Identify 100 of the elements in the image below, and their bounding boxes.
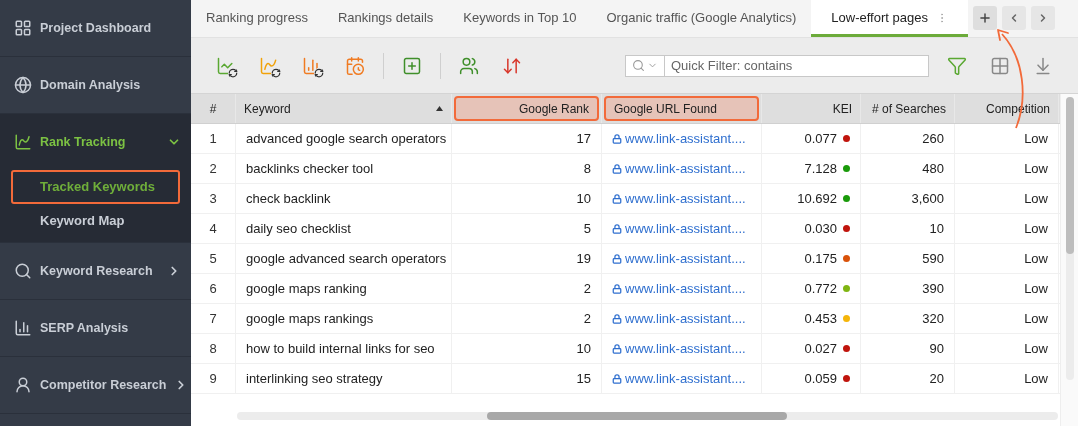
table-cell-text: 17: [576, 129, 591, 148]
url-link[interactable]: www.link-assistant....: [612, 278, 746, 299]
table-cell-text: interlinking seo strategy: [246, 369, 383, 388]
table-cell-text: backlinks checker tool: [246, 159, 374, 178]
column-header[interactable]: Keyword: [236, 94, 451, 123]
add-tab-button[interactable]: [972, 6, 997, 30]
column-header[interactable]: Google Rank: [454, 96, 599, 121]
table-cell-text: 10: [576, 339, 591, 358]
sidebar-subitem[interactable]: Tracked Keywords: [11, 170, 180, 204]
table-cell-text: 7.128: [804, 159, 837, 178]
lock-icon: [612, 283, 622, 294]
table-cell-text: 0.453: [804, 309, 837, 328]
table-cell-text: 320: [922, 309, 944, 328]
table-cell-text: 5: [209, 249, 217, 268]
table-cell-text: 3,600: [911, 189, 944, 208]
table-cell-text: 8: [209, 339, 217, 358]
table-cell-text: 0.772: [804, 279, 837, 298]
url-link[interactable]: www.link-assistant....: [612, 248, 746, 269]
table-cell-text: google maps ranking: [246, 279, 367, 298]
table-cell-text: 20: [929, 369, 944, 388]
table-cell-text: 6: [209, 279, 217, 298]
lock-icon: [612, 193, 622, 204]
sidebar-item[interactable]: Competitor Research: [0, 357, 191, 413]
table-cell-text: Low: [1024, 189, 1048, 208]
lock-icon: [612, 253, 622, 264]
table-cell-text: 7: [209, 309, 217, 328]
sidebar-item[interactable]: Domain Analysis: [0, 57, 191, 113]
table-cell-text: 3: [209, 189, 217, 208]
vertical-scrollbar[interactable]: [1065, 97, 1074, 380]
url-link[interactable]: www.link-assistant....: [612, 338, 746, 359]
table-cell-text: 0.030: [804, 219, 837, 238]
url-link[interactable]: www.link-assistant....: [612, 308, 746, 329]
table-cell-text: advanced google search operators: [246, 129, 447, 148]
table-cell-text: 0.077: [804, 129, 837, 148]
sidebar-subitem[interactable]: Keyword Map: [11, 204, 180, 238]
lock-icon: [612, 223, 622, 234]
column-header[interactable]: #: [191, 94, 235, 123]
table-cell-text: 2: [583, 279, 591, 298]
table-cell-text: Low: [1024, 339, 1048, 358]
bar-chart-icon: [14, 319, 32, 337]
url-link[interactable]: www.link-assistant....: [612, 188, 746, 209]
sidebar-item[interactable]: Rank Tracking: [0, 114, 191, 170]
url-link[interactable]: www.link-assistant....: [612, 368, 746, 389]
table-cell-text: 19: [576, 249, 591, 268]
table-cell-text: 0.027: [804, 339, 837, 358]
table-cell-text: 4: [209, 219, 217, 238]
table-cell-text: daily seo checklist: [246, 219, 351, 238]
sidebar-item[interactable]: Project Dashboard: [0, 0, 191, 56]
tab[interactable]: Rankings details: [322, 0, 449, 37]
table-cell-text: 0.175: [804, 249, 837, 268]
table-cell-text: 8: [583, 159, 591, 178]
column-header[interactable]: # of Searches: [861, 94, 954, 123]
lock-icon: [612, 313, 622, 324]
table-cell-text: 5: [583, 219, 591, 238]
table-cell-text: 15: [576, 369, 591, 388]
scroll-left-button[interactable]: [1001, 6, 1026, 30]
table-cell-text: Low: [1024, 249, 1048, 268]
table-cell-text: 2: [583, 309, 591, 328]
table-cell-text: check backlink: [246, 189, 331, 208]
lock-icon: [612, 163, 622, 174]
line-chart-icon: [14, 133, 32, 151]
search-field[interactable]: Quick Filter: contains: [665, 54, 929, 77]
url-link[interactable]: www.link-assistant....: [612, 218, 746, 239]
lock-icon: [612, 133, 622, 144]
tab[interactable]: Ranking progress: [191, 0, 323, 37]
table-cell-text: 90: [929, 339, 944, 358]
search-mode-button[interactable]: [625, 54, 665, 77]
sidebar-item[interactable]: Keyword Research: [0, 243, 191, 299]
person-icon: [14, 376, 32, 394]
lock-icon: [612, 343, 622, 354]
table-cell-text: Low: [1024, 369, 1048, 388]
table-cell-text: Low: [1024, 219, 1048, 238]
tab[interactable]: Low-effort pages: [811, 0, 968, 37]
tab[interactable]: Keywords in Top 10: [448, 0, 592, 37]
grid-icon: [14, 19, 32, 37]
table-cell-text: 1: [209, 129, 217, 148]
search-icon: [14, 262, 32, 280]
table-cell-text: Low: [1024, 309, 1048, 328]
sidebar-item[interactable]: SERP Analysis: [0, 300, 191, 356]
table-cell-text: 590: [922, 249, 944, 268]
table-cell-text: Low: [1024, 159, 1048, 178]
table-cell-text: Low: [1024, 279, 1048, 298]
tab[interactable]: Organic traffic (Google Analytics): [591, 0, 812, 37]
table-cell-text: 480: [922, 159, 944, 178]
table-cell-text: 2: [209, 159, 217, 178]
table-cell-text: 10: [929, 219, 944, 238]
table-cell-text: how to build internal links for seo: [246, 339, 435, 358]
search-icon: [632, 59, 645, 72]
horizontal-scrollbar[interactable]: [237, 412, 1058, 420]
table-cell-text: 390: [922, 279, 944, 298]
url-link[interactable]: www.link-assistant....: [612, 128, 746, 149]
table-cell-text: 0.059: [804, 369, 837, 388]
column-header[interactable]: KEI: [762, 94, 860, 123]
url-link[interactable]: www.link-assistant....: [612, 158, 746, 179]
table-cell-text: 260: [922, 129, 944, 148]
column-header[interactable]: Google URL Found: [604, 96, 759, 121]
scroll-right-button[interactable]: [1030, 6, 1055, 30]
table-cell-text: google maps rankings: [246, 309, 374, 328]
globe-icon: [14, 76, 32, 94]
table-cell-text: 10: [576, 189, 591, 208]
